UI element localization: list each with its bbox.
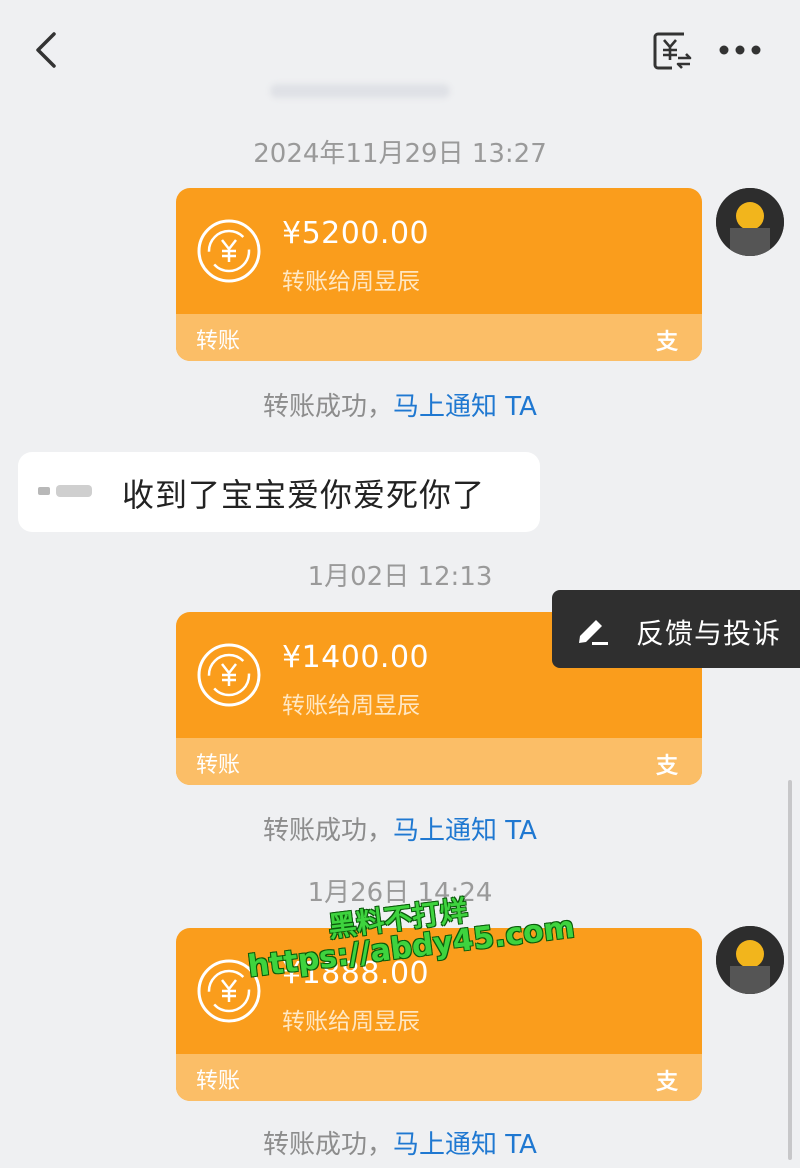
transfer-label: 转账 <box>196 753 241 778</box>
transfer-amount: ¥5200.00 <box>282 216 430 251</box>
notify-link[interactable]: 马上通知 TA <box>393 1130 537 1160</box>
transfer-status: 转账成功，马上通知 TA <box>0 1124 800 1161</box>
blurred-previous-text <box>270 84 450 98</box>
timestamp: 1月02日 12:13 <box>307 562 493 592</box>
transfer-description: 转账给周昱辰 <box>282 1009 420 1035</box>
transfer-card[interactable]: ¥5200.00 转账给周昱辰 转账 支 <box>176 188 702 361</box>
scrollbar[interactable] <box>788 780 792 1160</box>
yuan-transfer-coin-icon <box>197 219 261 283</box>
transfer-label: 转账 <box>196 1069 241 1094</box>
yuan-transfer-icon[interactable] <box>652 30 692 72</box>
reply-text: 收到了宝宝爱你爱死你了 <box>122 476 486 514</box>
blurred-sticker <box>38 485 92 497</box>
alipay-icon: 支 <box>655 754 678 779</box>
yuan-transfer-coin-icon <box>197 643 261 707</box>
timestamp: 2024年11月29日 13:27 <box>253 139 547 169</box>
top-bar <box>0 0 800 100</box>
feedback-button[interactable]: 反馈与投诉 <box>552 590 800 668</box>
avatar[interactable] <box>716 926 784 994</box>
alipay-icon: 支 <box>655 1070 678 1095</box>
notify-link[interactable]: 马上通知 TA <box>393 392 537 422</box>
feedback-label: 反馈与投诉 <box>636 617 782 650</box>
reply-bubble[interactable]: 收到了宝宝爱你爱死你了 <box>18 452 540 532</box>
more-horizontal-icon[interactable] <box>718 38 762 62</box>
status-text: 转账成功， <box>263 816 394 846</box>
edit-pencil-icon <box>579 620 608 645</box>
transfer-status: 转账成功，马上通知 TA <box>0 810 800 847</box>
transfer-label: 转账 <box>196 329 241 354</box>
transfer-status: 转账成功，马上通知 TA <box>0 386 800 423</box>
chevron-left-icon[interactable] <box>28 28 68 72</box>
status-text: 转账成功， <box>263 392 394 422</box>
notify-link[interactable]: 马上通知 TA <box>393 816 537 846</box>
transfer-amount: ¥1400.00 <box>282 640 430 675</box>
alipay-icon: 支 <box>655 330 678 355</box>
transfer-description: 转账给周昱辰 <box>282 693 420 719</box>
transfer-description: 转账给周昱辰 <box>282 269 420 295</box>
avatar[interactable] <box>716 188 784 256</box>
status-text: 转账成功， <box>263 1130 394 1160</box>
